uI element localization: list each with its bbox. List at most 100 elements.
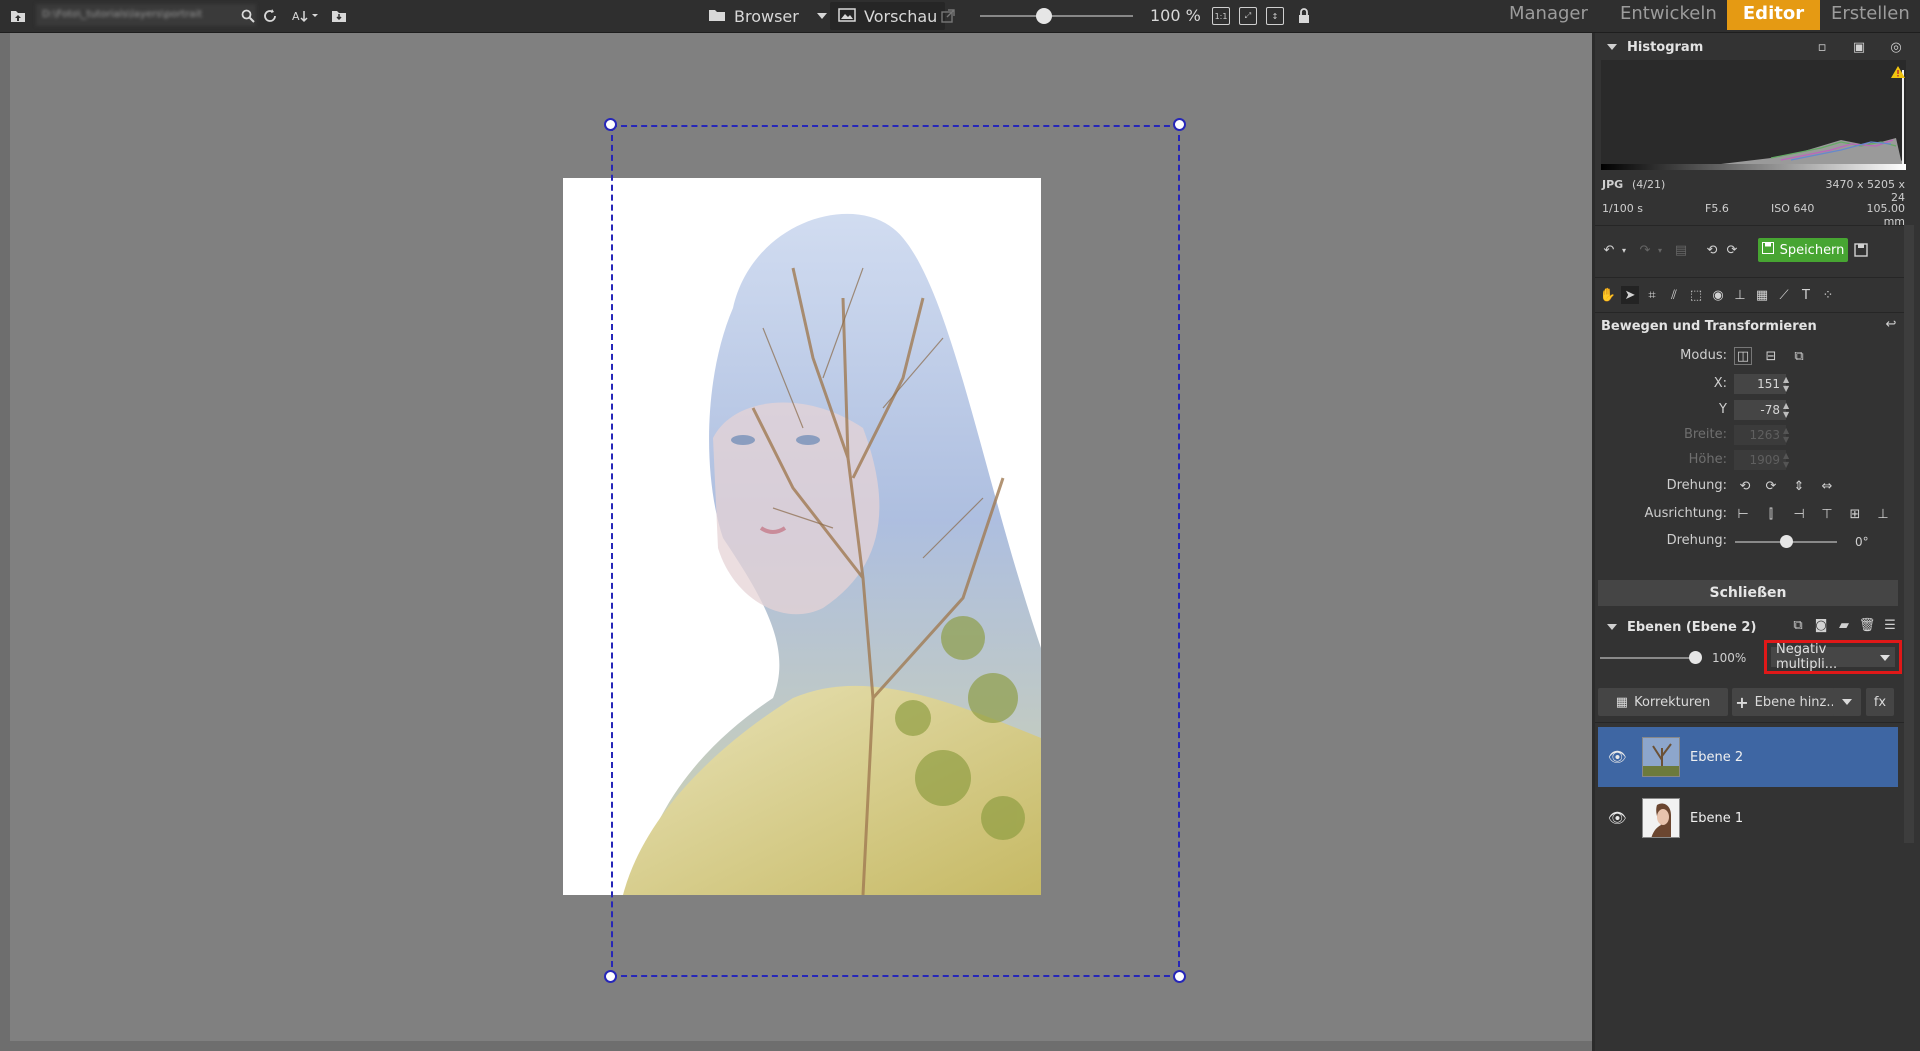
redo-history-chevron-icon[interactable]: ▾ [1651,241,1669,259]
compare-icon[interactable]: ▤ [1672,241,1690,259]
undo-history-chevron-icon[interactable]: ▾ [1615,241,1633,259]
close-button[interactable]: Schließen [1598,580,1898,606]
browser-button[interactable]: Browser [700,2,807,30]
mode-canvas-icon[interactable]: ⊟ [1762,347,1780,365]
move-tool-icon[interactable]: ➤ [1621,286,1639,304]
external-link-icon[interactable] [938,6,958,26]
opacity-slider[interactable] [1600,657,1692,659]
tab-manager[interactable]: Manager [1495,0,1602,30]
layer-mask-icon[interactable]: ◙ [1812,616,1830,634]
bottom-panel-toggle[interactable] [10,1041,1592,1051]
sort-icon[interactable]: A [290,6,322,26]
grid-tool-icon[interactable]: ▦ [1753,286,1771,304]
align-left-icon[interactable]: ⊢ [1734,505,1752,523]
brush-tool-icon[interactable]: ⟋ [1775,286,1793,304]
panel-scrollbar[interactable] [1904,225,1914,843]
corrections-button[interactable]: ▦ Korrekturen [1598,688,1728,716]
mode-selection-icon[interactable]: ⧉ [1790,347,1808,365]
add-layer-dropdown[interactable] [1833,688,1861,716]
angle-slider-thumb[interactable] [1780,535,1793,548]
mode-layer-icon[interactable]: ◫ [1734,347,1752,365]
visibility-eye-icon[interactable]: 👁 [1608,809,1636,827]
import-icon[interactable] [329,6,349,26]
blend-mode-select[interactable]: Negativ multipli... [1764,640,1902,674]
add-layer-button[interactable]: + Ebene hinz... [1732,688,1842,716]
zoom-slider-thumb[interactable] [1036,8,1052,24]
histogram-options-icon[interactable]: ▫ [1813,38,1831,56]
clipping-view-icon[interactable]: ▣ [1850,38,1868,56]
y-input[interactable]: -78 [1734,400,1786,420]
tab-entwickeln[interactable]: Entwickeln [1606,0,1731,30]
exif-shutter: 1/100 s [1602,202,1643,215]
delete-layer-icon[interactable]: 🗑 [1858,616,1876,634]
flip-horizontal-icon[interactable]: ⇔ [1818,477,1836,495]
save-label: Speichern [1779,242,1845,258]
selection-tool-icon[interactable]: ⬚ [1687,286,1705,304]
fit-screen-icon[interactable]: ⤢ [1239,7,1257,25]
align-center-h-icon[interactable]: ⫿ [1762,505,1780,523]
flip-vertical-icon[interactable]: ⇕ [1790,477,1808,495]
refresh-icon[interactable] [260,6,280,26]
layer-row-ebene-2[interactable]: 👁 Ebene 2 [1598,727,1898,787]
layer-group-icon[interactable]: ▰ [1835,616,1853,634]
chevron-down-icon[interactable] [812,6,832,26]
tab-erstellen[interactable]: Erstellen [1817,0,1920,30]
blend-mode-field[interactable]: Negativ multipli... [1771,642,1895,672]
align-bottom-icon[interactable]: ⊥ [1874,505,1892,523]
rotate-cw-icon[interactable]: ⟳ [1762,477,1780,495]
hand-tool-icon[interactable]: ✋ [1599,286,1617,304]
layer-row-ebene-1[interactable]: 👁 Ebene 1 [1598,788,1898,848]
visibility-eye-icon[interactable]: 👁 [1608,748,1636,766]
y-stepper-icon[interactable]: ▲ ▼ [1783,401,1791,419]
align-center-v-icon[interactable]: ⊞ [1846,505,1864,523]
actual-size-icon[interactable]: 1:1 [1212,7,1230,25]
more-tools-icon[interactable]: ⁘ [1819,286,1837,304]
redeye-tool-icon[interactable]: ◉ [1709,286,1727,304]
perspective-tool-icon[interactable]: ⫽ [1665,286,1683,304]
layers-title: Ebenen (Ebene 2) [1627,619,1757,635]
save-as-icon[interactable] [1852,241,1870,259]
duplicate-layer-icon[interactable]: ⧉ [1789,616,1807,634]
transform-handle-top-right[interactable] [1173,118,1186,131]
rotate-right-icon[interactable]: ⟳ [1723,241,1741,259]
clone-stamp-icon[interactable]: ⊥ [1731,286,1749,304]
x-stepper-icon[interactable]: ▲ ▼ [1783,375,1791,393]
tab-editor[interactable]: Editor [1727,0,1820,30]
top-bar: D:\Foto\_tutorials\layers\portrait A Bro… [0,0,1920,33]
svg-text:A: A [292,10,300,23]
opacity-slider-thumb[interactable] [1689,651,1702,664]
fx-button[interactable]: fx [1866,688,1894,716]
save-button[interactable]: Speichern [1758,238,1848,262]
target-icon[interactable]: ◎ [1887,38,1905,56]
histogram-title: Histogram [1627,39,1704,55]
chevron-down-icon [1880,650,1890,665]
reset-icon[interactable]: ↩ [1882,315,1900,333]
width-input: 1263 [1734,425,1786,445]
transform-handle-bottom-left[interactable] [604,970,617,983]
rotate-left-icon[interactable]: ⟲ [1703,241,1721,259]
fit-height-icon[interactable]: ↕ [1266,7,1284,25]
transform-handle-top-left[interactable] [604,118,617,131]
collapse-caret-icon [1607,44,1617,50]
x-input[interactable]: 151 [1734,374,1786,394]
crop-tool-icon[interactable]: ⌗ [1643,286,1661,304]
left-panel-toggle[interactable] [0,33,10,1051]
divider [1595,277,1905,278]
search-icon[interactable] [238,6,258,26]
home-folder-icon[interactable] [8,6,28,26]
text-tool-icon[interactable]: T [1797,286,1815,304]
align-right-icon[interactable]: ⊣ [1790,505,1808,523]
width-label: Breite: [1683,427,1727,442]
exif-aperture: F5.6 [1705,202,1729,215]
zoom-slider[interactable] [980,15,1133,17]
preview-button[interactable]: Vorschau [830,2,946,30]
transform-handle-bottom-right[interactable] [1173,970,1186,983]
align-top-icon[interactable]: ⊤ [1818,505,1836,523]
path-field[interactable]: D:\Foto\_tutorials\layers\portrait [36,4,256,26]
lock-icon[interactable] [1294,6,1314,26]
rotate-ccw-icon[interactable]: ⟲ [1736,477,1754,495]
histogram-gradient-bar [1601,164,1906,170]
layers-menu-icon[interactable]: ☰ [1881,616,1899,634]
mode-label: Modus: [1680,348,1727,363]
selection-bounding-box[interactable] [611,125,1180,977]
